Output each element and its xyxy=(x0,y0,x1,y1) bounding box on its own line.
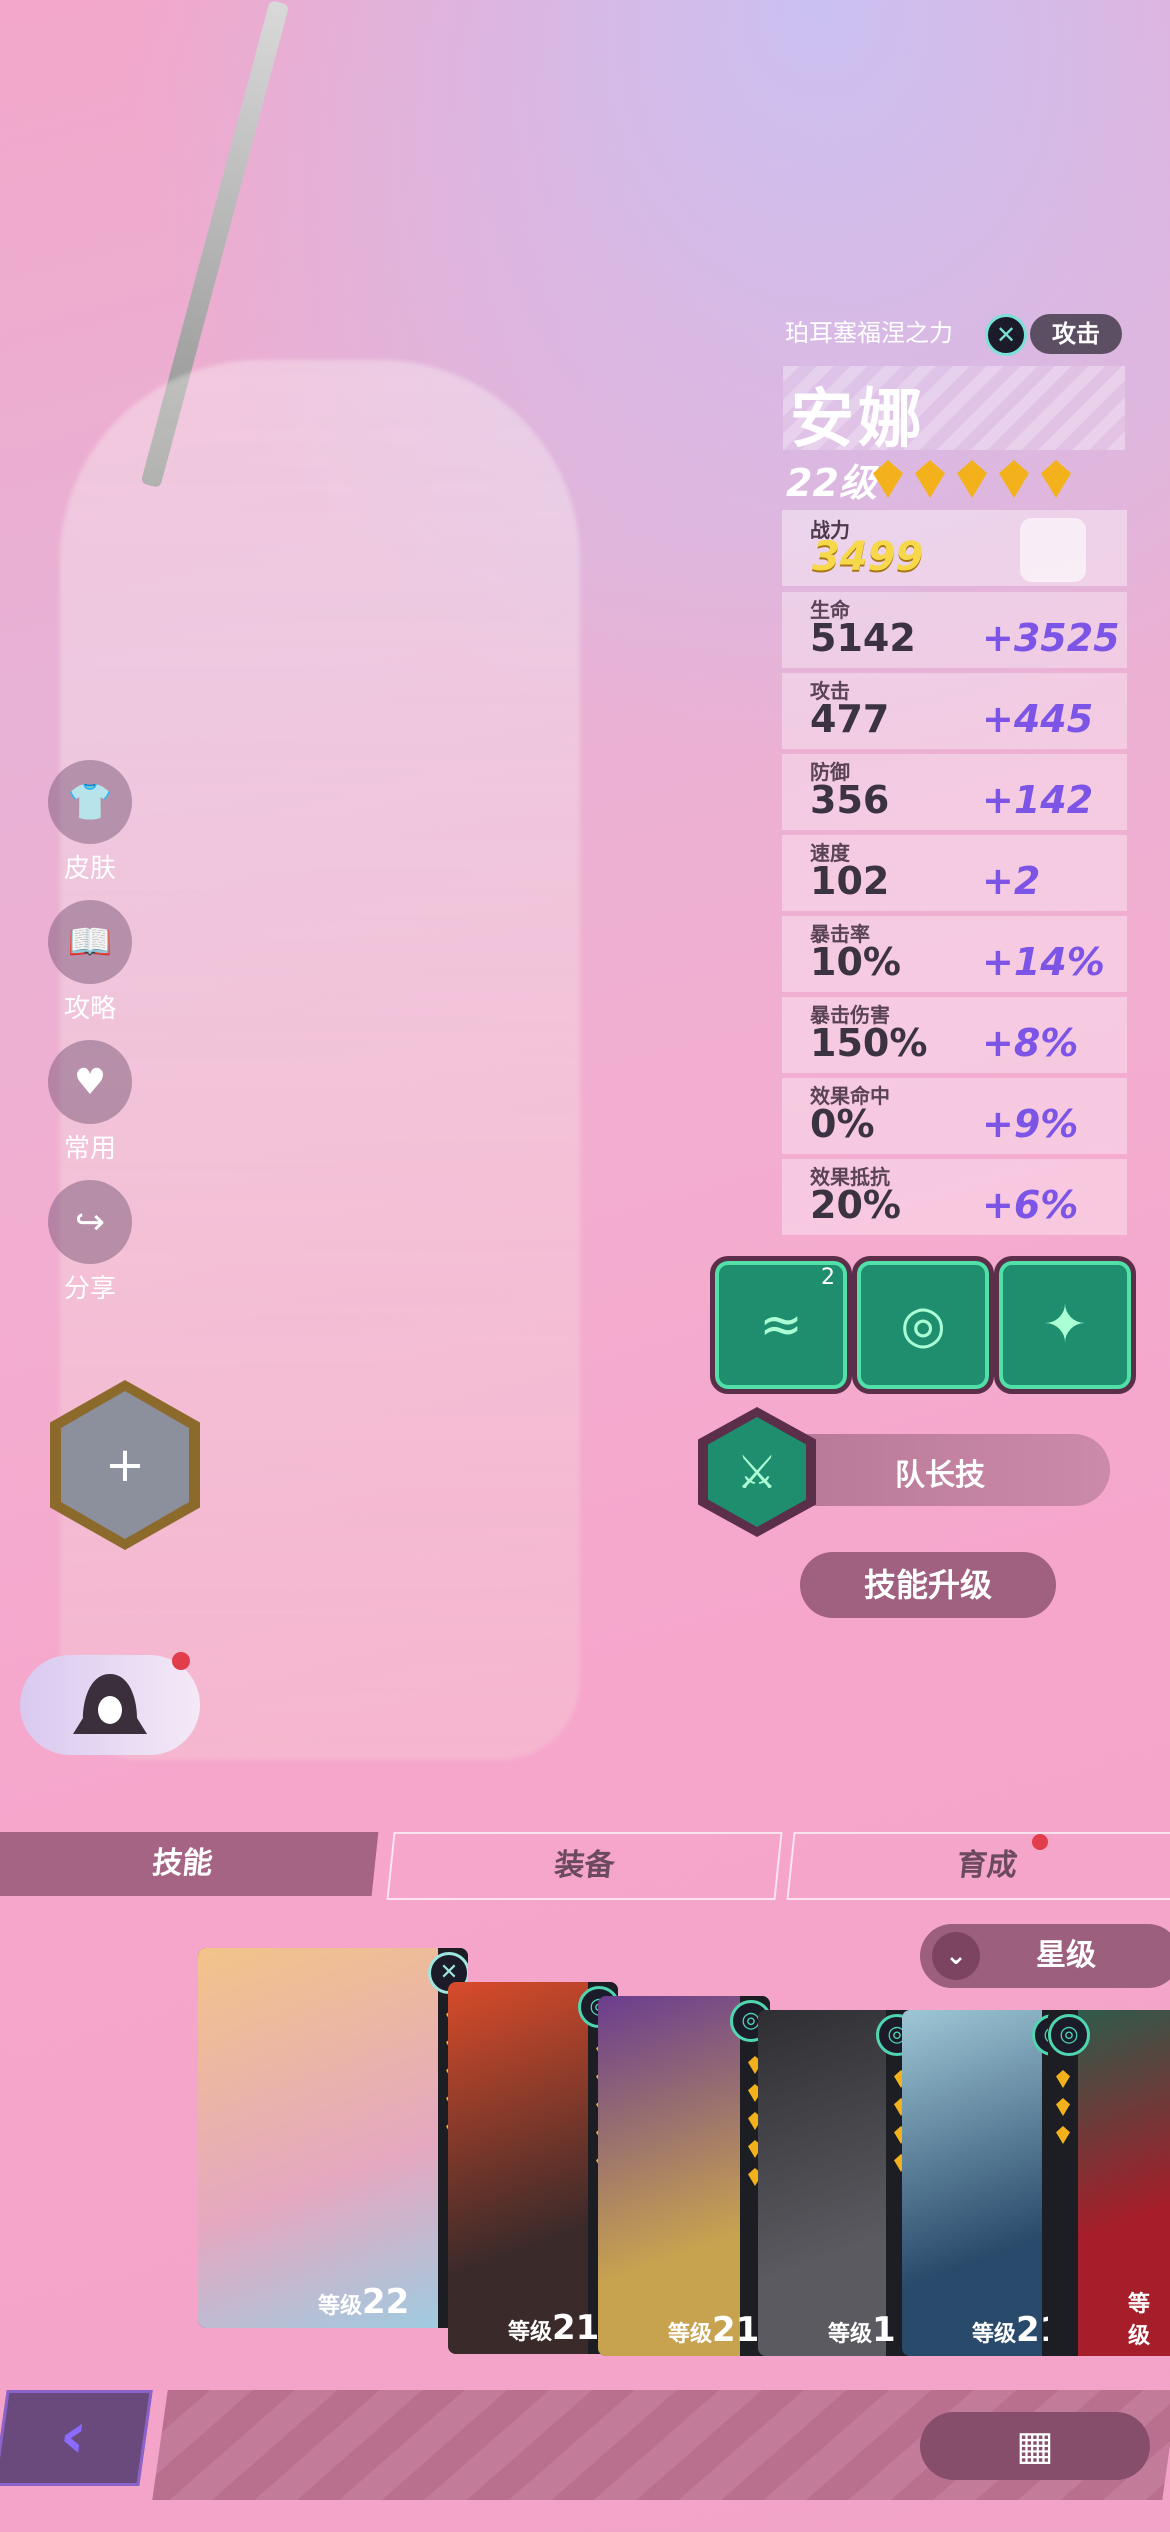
guide-button[interactable]: 📖 攻略 xyxy=(40,900,140,1025)
stat-row-effect-resist: 效果抵抗 20% +6% xyxy=(782,1159,1127,1235)
star-icon xyxy=(873,460,903,498)
hero-card[interactable]: ◎ 等级21 xyxy=(598,1996,770,2356)
tab-skills[interactable]: 技能 xyxy=(0,1832,379,1896)
heart-icon: ♥ xyxy=(48,1040,132,1124)
stat-value: 477 xyxy=(810,697,890,741)
hero-name: 安娜 xyxy=(790,383,926,457)
skill-upgrade-button[interactable]: 技能升级 xyxy=(800,1552,1056,1618)
power-value: 3499 xyxy=(812,534,924,580)
hood-mode-button[interactable] xyxy=(20,1655,200,1755)
skill-2-button[interactable]: ◎ xyxy=(852,1256,994,1394)
growth-notification-dot xyxy=(1032,1834,1048,1850)
share-label: 分享 xyxy=(63,1274,116,1304)
star-icon xyxy=(999,460,1029,498)
share-icon: ↪ xyxy=(48,1180,132,1264)
leader-skill-icon-frame[interactable]: ⚔ xyxy=(698,1407,816,1537)
stat-bonus: +6% xyxy=(982,1183,1079,1227)
stat-row-crit-rate: 暴击率 10% +14% xyxy=(782,916,1127,992)
card-level: 等级21 xyxy=(508,2308,600,2348)
hero-card[interactable]: ◎ 等级21 xyxy=(448,1982,618,2354)
role-tag: 攻击 xyxy=(1030,314,1122,354)
swirl-element-icon: ◎ xyxy=(1048,2014,1090,2056)
stat-value: 5142 xyxy=(810,616,916,660)
share-button[interactable]: ↪ 分享 xyxy=(40,1180,140,1305)
card-star-strip xyxy=(1048,2010,1078,2356)
stat-bonus: +8% xyxy=(982,1021,1079,1065)
skill-3-button[interactable]: ✦ xyxy=(994,1256,1136,1394)
hero-portrait xyxy=(598,1996,740,2356)
card-level: 等级21 xyxy=(668,2310,760,2350)
faction-label: 珀耳塞福涅之力 xyxy=(785,319,953,347)
stat-row-hp: 生命 5142 +3525 xyxy=(782,592,1127,668)
stat-value: 102 xyxy=(810,859,890,903)
vine-skill-icon: ✦ xyxy=(1043,1295,1087,1355)
element-ring-icon: ✕ xyxy=(985,314,1027,356)
stat-value: 0% xyxy=(810,1102,875,1146)
shirt-icon: 👕 xyxy=(48,760,132,844)
card-level: 等级22 xyxy=(318,2282,410,2322)
stat-row-crit-damage: 暴击伤害 150% +8% xyxy=(782,997,1127,1073)
star-icon xyxy=(957,460,987,498)
leader-skill-label: 队长技 xyxy=(895,1458,985,1493)
tab-equipment[interactable]: 装备 xyxy=(386,1832,783,1900)
book-icon: 📖 xyxy=(48,900,132,984)
stat-bonus: +445 xyxy=(982,697,1094,741)
guide-label: 攻略 xyxy=(63,994,116,1024)
sword-icon: ⚔ xyxy=(708,1417,806,1527)
star-rating xyxy=(873,460,1083,502)
hero-card[interactable]: ◎ 等级 xyxy=(1048,2010,1170,2356)
hero-portrait xyxy=(198,1948,438,2328)
stat-bonus: +142 xyxy=(982,778,1094,822)
wave-skill-icon: ≈ xyxy=(759,1295,803,1355)
stat-value: 20% xyxy=(810,1183,901,1227)
stat-bonus: +9% xyxy=(982,1102,1079,1146)
hero-card[interactable]: ◎ 等级21 xyxy=(902,2010,1072,2356)
skill-1-button[interactable]: ≈ 2 xyxy=(710,1256,852,1394)
hero-portrait xyxy=(902,2010,1042,2356)
skin-button[interactable]: 👕 皮肤 xyxy=(40,760,140,885)
favorite-label: 常用 xyxy=(63,1134,116,1164)
skill-1-badge: 2 xyxy=(821,1265,835,1290)
hero-portrait xyxy=(448,1982,588,2354)
grid-view-button[interactable]: ▦ xyxy=(920,2412,1150,2480)
stat-bonus: +14% xyxy=(982,940,1105,984)
hero-portrait xyxy=(758,2010,886,2356)
fist-icon xyxy=(1020,518,1086,582)
hero-level: 22级 xyxy=(786,461,877,505)
plus-icon: + xyxy=(61,1391,189,1539)
stat-value: 10% xyxy=(810,940,901,984)
star-icon xyxy=(1041,460,1071,498)
tab-growth[interactable]: 育成 xyxy=(786,1832,1170,1900)
stat-value: 150% xyxy=(810,1021,928,1065)
swirl-skill-icon: ◎ xyxy=(900,1295,946,1355)
card-level: 等级1 xyxy=(828,2310,896,2350)
hero-card-selected[interactable]: ✕ 等级22 xyxy=(198,1948,468,2328)
stat-bonus: +2 xyxy=(982,859,1041,903)
stat-bonus: +3525 xyxy=(982,616,1120,660)
stat-row-effect-hit: 效果命中 0% +9% xyxy=(782,1078,1127,1154)
stat-row-speed: 速度 102 +2 xyxy=(782,835,1127,911)
sort-star-button[interactable]: ⌄ 星级 xyxy=(920,1924,1170,1988)
skin-label: 皮肤 xyxy=(63,854,116,884)
grid-icon: ▦ xyxy=(1016,2423,1054,2469)
card-level: 等级 xyxy=(1128,2292,1151,2349)
sort-label: 星级 xyxy=(1036,1938,1096,1973)
back-button[interactable]: ‹ xyxy=(0,2390,153,2486)
stat-row-defense: 防御 356 +142 xyxy=(782,754,1127,830)
stat-value: 356 xyxy=(810,778,890,822)
favorite-button[interactable]: ♥ 常用 xyxy=(40,1040,140,1165)
hero-card[interactable]: ◎ 等级1 xyxy=(758,2010,916,2356)
hood-icon xyxy=(73,1674,147,1734)
double-chevron-down-icon: ⌄ xyxy=(932,1932,980,1980)
stat-row-attack: 攻击 477 +445 xyxy=(782,673,1127,749)
chevron-left-icon: ‹ xyxy=(54,2399,92,2473)
notification-dot xyxy=(172,1652,190,1670)
star-icon xyxy=(915,460,945,498)
